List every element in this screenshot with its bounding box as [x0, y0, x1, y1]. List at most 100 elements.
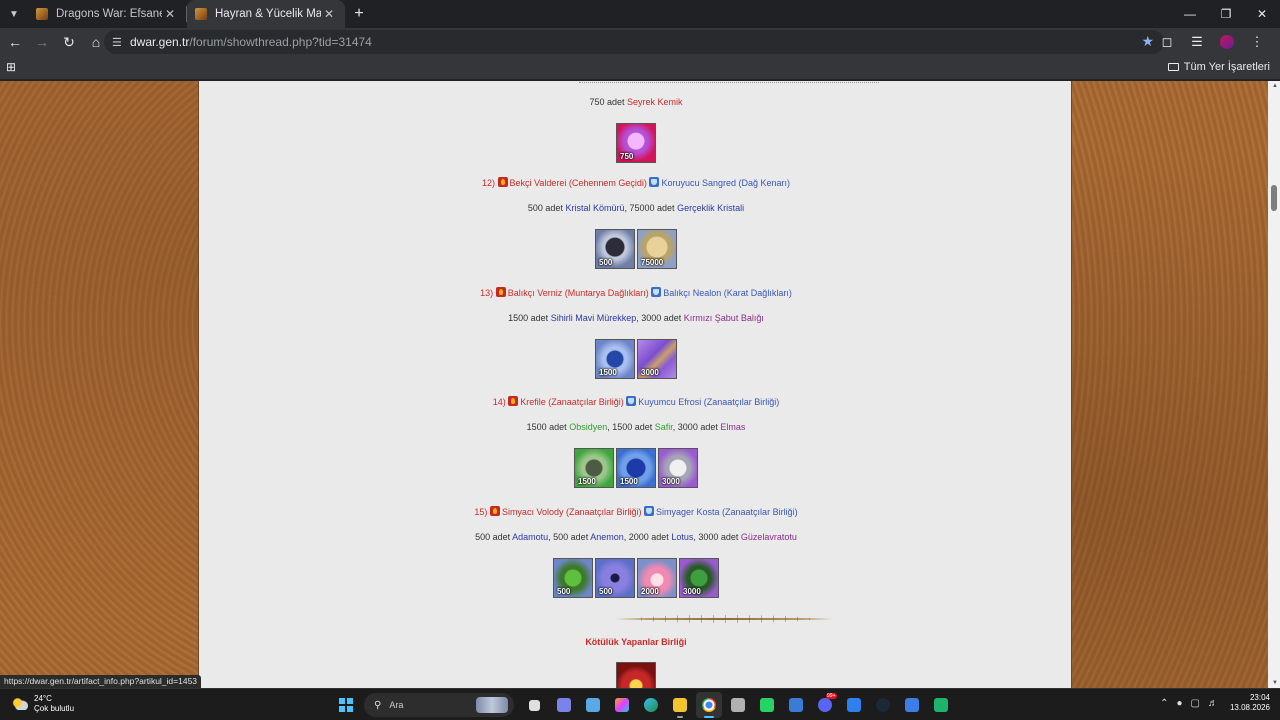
- shield-faction-icon: [644, 506, 655, 516]
- menu-icon[interactable]: ⋮: [1242, 30, 1272, 54]
- requirement-line: 750 adet Seyrek Kemik: [589, 97, 683, 107]
- adamotu-item[interactable]: 500: [553, 558, 593, 598]
- site-favicon-icon: [36, 8, 48, 20]
- whatsapp-icon[interactable]: [754, 692, 780, 718]
- npc-link[interactable]: Bekçi Valderei (Cehennem Geçidi): [510, 178, 647, 188]
- anemon-item[interactable]: 500: [595, 558, 635, 598]
- item-link[interactable]: Safir: [655, 422, 673, 432]
- network-icon[interactable]: ▢: [1191, 698, 1200, 709]
- taskbar-search[interactable]: ⚲ Ara: [364, 693, 514, 717]
- page-scrollbar[interactable]: ▲ ▼: [1268, 81, 1280, 688]
- item-link[interactable]: Güzelavratotu: [741, 532, 797, 542]
- item-icons-row: [199, 662, 1073, 688]
- npc-link[interactable]: Koruyucu Sangred (Dağ Kenarı): [661, 178, 790, 188]
- widgets-icon[interactable]: [580, 692, 606, 718]
- guild-emblem-item[interactable]: [616, 662, 656, 688]
- scroll-thumb[interactable]: [1271, 185, 1277, 211]
- all-bookmarks-button[interactable]: Tüm Yer İşaretleri: [1167, 61, 1270, 73]
- item-link[interactable]: Adamotu: [512, 532, 548, 542]
- teams-icon[interactable]: [551, 692, 577, 718]
- npc-link[interactable]: Kuyumcu Efrosi (Zanaatçılar Birliği): [638, 397, 779, 407]
- tab-dragons-war[interactable]: Dragons War: Efsane Ejderhalar ✕: [28, 0, 186, 28]
- scroll-up-icon[interactable]: ▲: [1272, 83, 1278, 89]
- back-icon[interactable]: ←: [3, 30, 27, 54]
- file-explorer-icon[interactable]: [667, 692, 693, 718]
- taskbar-clock[interactable]: 23:04 13.08.2026: [1230, 693, 1270, 713]
- security-icon[interactable]: [899, 692, 925, 718]
- system-tray: ⌃ ● ▢ ♬ 23:04 13.08.2026: [1152, 693, 1270, 713]
- notification-badge: 99+: [826, 693, 837, 699]
- tab-search-icon[interactable]: ▼: [0, 0, 28, 28]
- discord-icon[interactable]: 99+: [812, 692, 838, 718]
- toolbar-right-icons: ◻ ☰ ⋮: [1152, 30, 1272, 54]
- item-link[interactable]: Kırmızı Şabut Balığı: [684, 313, 764, 323]
- site-info-icon[interactable]: ☰: [112, 36, 130, 49]
- windows-logo-icon: [339, 698, 353, 712]
- item-link[interactable]: Lotus: [671, 532, 693, 542]
- guzelavratotu-item[interactable]: 3000: [679, 558, 719, 598]
- npc-link[interactable]: Balıkçı Verniz (Muntarya Dağlıkları): [508, 288, 649, 298]
- item-icons-row: 500 75000: [199, 229, 1073, 269]
- chevron-up-icon[interactable]: ⌃: [1160, 698, 1168, 709]
- game-client-icon[interactable]: [725, 692, 751, 718]
- copilot-icon[interactable]: [609, 692, 635, 718]
- npc-link[interactable]: Simyager Kosta (Zanaatçılar Birliği): [656, 507, 798, 517]
- item-link[interactable]: Kristal Kömürü: [565, 203, 624, 213]
- extensions-icon[interactable]: ◻: [1152, 30, 1182, 54]
- item-link[interactable]: Sihirli Mavi Mürekkep: [551, 313, 637, 323]
- media-control-icon[interactable]: ☰: [1182, 30, 1212, 54]
- requirement-line-14: 1500 adet Obsidyen, 1500 adet Safir, 300…: [526, 422, 746, 432]
- forward-icon[interactable]: →: [30, 30, 54, 54]
- start-button[interactable]: [334, 693, 358, 717]
- shield-faction-icon: [649, 177, 660, 187]
- volume-icon[interactable]: ♬: [1208, 698, 1218, 709]
- npc-line-12: 12) Bekçi Valderei (Cehennem Geçidi) Kor…: [481, 177, 791, 188]
- weather-widget[interactable]: 24°C Çok bulutlu: [12, 694, 74, 714]
- shield-faction-icon: [626, 396, 637, 406]
- sabut-baligi-item[interactable]: 3000: [637, 339, 677, 379]
- scroll-down-icon[interactable]: ▼: [1272, 680, 1278, 686]
- close-window-icon[interactable]: ✕: [1244, 0, 1280, 28]
- obsidyen-item[interactable]: 1500: [574, 448, 614, 488]
- npc-link[interactable]: Simyacı Volody (Zanaatçılar Birliği): [502, 507, 642, 517]
- all-bookmarks-label: Tüm Yer İşaretleri: [1183, 61, 1270, 73]
- item-link[interactable]: Gerçeklik Kristali: [677, 203, 744, 213]
- lotus-item[interactable]: 2000: [637, 558, 677, 598]
- task-view-icon[interactable]: [522, 692, 548, 718]
- item-link[interactable]: Obsidyen: [569, 422, 607, 432]
- new-tab-button[interactable]: +: [345, 0, 373, 28]
- search-highlight-image: [476, 697, 508, 713]
- phone-link-icon[interactable]: [928, 692, 954, 718]
- safir-item[interactable]: 1500: [616, 448, 656, 488]
- steam-icon[interactable]: [870, 692, 896, 718]
- partly-cloudy-icon: [12, 698, 28, 710]
- address-bar[interactable]: ☰ dwar.gen.tr/forum/showthread.php?tid=3…: [104, 30, 1164, 54]
- seyrek-kemik-item[interactable]: 750: [616, 123, 656, 163]
- chrome-icon[interactable]: [695, 692, 722, 718]
- windows-taskbar: 24°C Çok bulutlu ⚲ Ara 99+ ⌃ ● ▢ ♬ 23:04: [0, 688, 1280, 720]
- restore-icon[interactable]: ❐: [1208, 0, 1244, 28]
- minimize-icon[interactable]: —: [1172, 0, 1208, 28]
- elmas-item[interactable]: 3000: [658, 448, 698, 488]
- edge-icon[interactable]: [638, 692, 664, 718]
- item-link[interactable]: Anemon: [590, 532, 624, 542]
- browser-toolbar: ← → ↻ ⌂ ☰ dwar.gen.tr/forum/showthread.p…: [0, 28, 1280, 56]
- outlook-icon[interactable]: [841, 692, 867, 718]
- item-link[interactable]: Seyrek Kemik: [627, 97, 683, 107]
- kristal-komuru-item[interactable]: 500: [595, 229, 635, 269]
- item-icons-row: 1500 3000: [199, 339, 1073, 379]
- close-tab-icon[interactable]: ✕: [162, 7, 178, 21]
- gerceklik-kristali-item[interactable]: 75000: [637, 229, 677, 269]
- npc-link[interactable]: Balıkçı Nealon (Karat Dağlıkları): [663, 288, 792, 298]
- apps-grid-icon[interactable]: ⊞: [6, 60, 16, 74]
- settings-icon[interactable]: [783, 692, 809, 718]
- murekkep-item[interactable]: 1500: [595, 339, 635, 379]
- npc-line-13: 13) Balıkçı Verniz (Muntarya Dağlıkları)…: [480, 287, 792, 298]
- microphone-icon[interactable]: ●: [1176, 698, 1182, 709]
- close-tab-icon[interactable]: ✕: [321, 7, 337, 21]
- npc-link[interactable]: Krefile (Zanaatçılar Birliği): [520, 397, 624, 407]
- item-link[interactable]: Elmas: [720, 422, 745, 432]
- reload-icon[interactable]: ↻: [57, 30, 81, 54]
- tab-hayran-yucelik[interactable]: Hayran & Yücelik Madalyonları ✕: [187, 0, 345, 28]
- profile-avatar[interactable]: [1212, 30, 1242, 54]
